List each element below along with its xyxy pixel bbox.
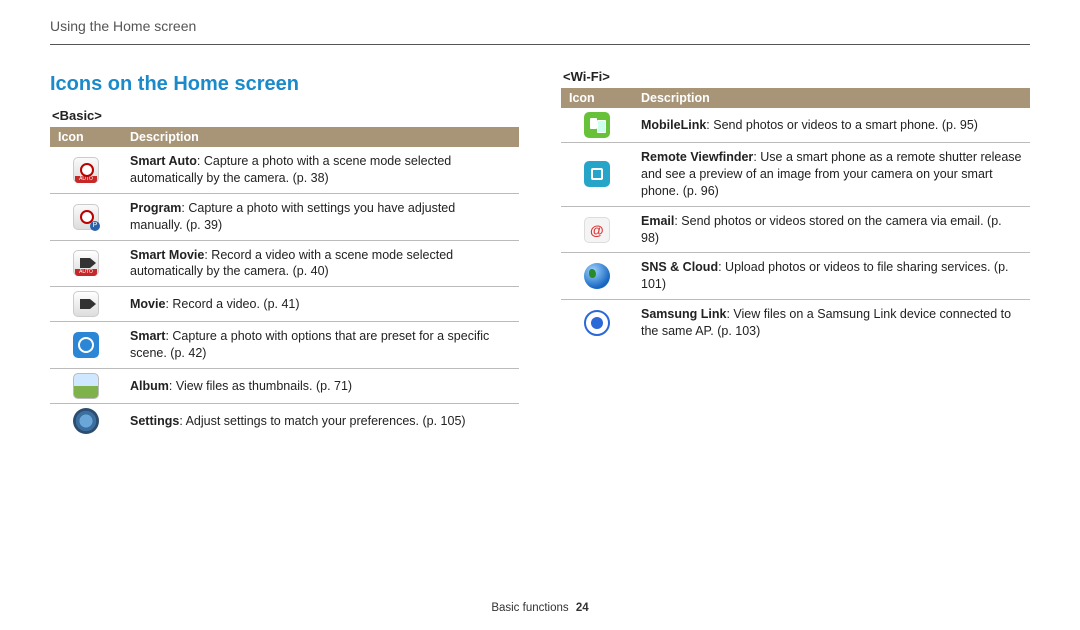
desc-cell: Smart Auto: Capture a photo with a scene… — [122, 147, 519, 193]
term: Album — [130, 379, 169, 393]
table-row: Samsung Link: View files on a Samsung Li… — [561, 300, 1030, 346]
desc-cell: Email: Send photos or videos stored on t… — [633, 206, 1030, 253]
desc-text: : Send photos or videos to a smart phone… — [706, 118, 978, 132]
program-icon — [73, 204, 99, 230]
desc-text: : Adjust settings to match your preferen… — [179, 414, 465, 428]
sns-cloud-icon — [584, 263, 610, 289]
mobilelink-icon — [584, 112, 610, 138]
icon-cell — [50, 404, 122, 439]
icon-cell — [561, 206, 633, 253]
footer-section: Basic functions — [491, 602, 568, 614]
icon-cell — [561, 253, 633, 300]
section-title: Icons on the Home screen — [50, 73, 519, 96]
term: Program — [130, 201, 181, 215]
icon-cell — [50, 322, 122, 369]
term: Smart Movie — [130, 248, 204, 262]
th-icon: Icon — [50, 127, 122, 147]
table-row: AUTO Smart Movie: Record a video with a s… — [50, 240, 519, 287]
desc-cell: Settings: Adjust settings to match your … — [122, 404, 519, 439]
smart-auto-icon — [73, 157, 99, 183]
icon-cell: AUTO — [50, 240, 122, 287]
desc-cell: Samsung Link: View files on a Samsung Li… — [633, 300, 1030, 346]
page-footer: Basic functions 24 — [0, 602, 1080, 614]
th-icon: Icon — [561, 88, 633, 108]
divider — [50, 44, 1030, 45]
smart-movie-icon: AUTO — [73, 250, 99, 276]
table-row: Email: Send photos or videos stored on t… — [561, 206, 1030, 253]
icon-cell — [50, 147, 122, 193]
desc-cell: Program: Capture a photo with settings y… — [122, 193, 519, 240]
smart-icon — [73, 332, 99, 358]
term: Remote Viewfinder — [641, 150, 753, 164]
desc-cell: MobileLink: Send photos or videos to a s… — [633, 108, 1030, 143]
settings-icon — [73, 408, 99, 434]
table-row: Smart: Capture a photo with options that… — [50, 322, 519, 369]
icon-cell — [50, 193, 122, 240]
basic-subhead: <Basic> — [52, 108, 519, 123]
term: SNS & Cloud — [641, 260, 718, 274]
table-row: SNS & Cloud: Upload photos or videos to … — [561, 253, 1030, 300]
right-column: <Wi-Fi> Icon Description MobileLink: Sen… — [561, 63, 1030, 438]
term: MobileLink — [641, 118, 706, 132]
icon-cell — [50, 369, 122, 404]
desc-text: : View files as thumbnails. (p. 71) — [169, 379, 352, 393]
term: Email — [641, 214, 674, 228]
term: Smart Auto — [130, 154, 197, 168]
left-column: Icons on the Home screen <Basic> Icon De… — [50, 63, 519, 438]
icon-cell — [561, 108, 633, 143]
desc-cell: Remote Viewfinder: Use a smart phone as … — [633, 143, 1030, 207]
term: Samsung Link — [641, 307, 726, 321]
desc-text: : Record a video. (p. 41) — [165, 297, 299, 311]
email-icon — [584, 217, 610, 243]
table-row: Program: Capture a photo with settings y… — [50, 193, 519, 240]
footer-page: 24 — [576, 602, 589, 614]
icon-cell — [50, 287, 122, 322]
table-row: MobileLink: Send photos or videos to a s… — [561, 108, 1030, 143]
desc-cell: Smart Movie: Record a video with a scene… — [122, 240, 519, 287]
desc-cell: Album: View files as thumbnails. (p. 71) — [122, 369, 519, 404]
basic-table: Icon Description Smart Auto: Capture a p… — [50, 127, 519, 438]
term: Movie — [130, 297, 165, 311]
wifi-subhead: <Wi-Fi> — [563, 69, 1030, 84]
desc-cell: Smart: Capture a photo with options that… — [122, 322, 519, 369]
icon-cell — [561, 143, 633, 207]
th-desc: Description — [633, 88, 1030, 108]
icon-cell — [561, 300, 633, 346]
table-row: Remote Viewfinder: Use a smart phone as … — [561, 143, 1030, 207]
desc-cell: SNS & Cloud: Upload photos or videos to … — [633, 253, 1030, 300]
table-row: Album: View files as thumbnails. (p. 71) — [50, 369, 519, 404]
table-row: Settings: Adjust settings to match your … — [50, 404, 519, 439]
movie-icon — [73, 291, 99, 317]
wifi-table: Icon Description MobileLink: Send photos… — [561, 88, 1030, 346]
th-desc: Description — [122, 127, 519, 147]
remote-viewfinder-icon — [584, 161, 610, 187]
samsung-link-icon — [584, 310, 610, 336]
desc-cell: Movie: Record a video. (p. 41) — [122, 287, 519, 322]
table-row: Movie: Record a video. (p. 41) — [50, 287, 519, 322]
breadcrumb: Using the Home screen — [50, 18, 1030, 38]
term: Smart — [130, 329, 165, 343]
desc-text: : Capture a photo with options that are … — [130, 329, 489, 360]
album-icon — [73, 373, 99, 399]
term: Settings — [130, 414, 179, 428]
desc-text: : Send photos or videos stored on the ca… — [641, 214, 1002, 245]
table-row: Smart Auto: Capture a photo with a scene… — [50, 147, 519, 193]
